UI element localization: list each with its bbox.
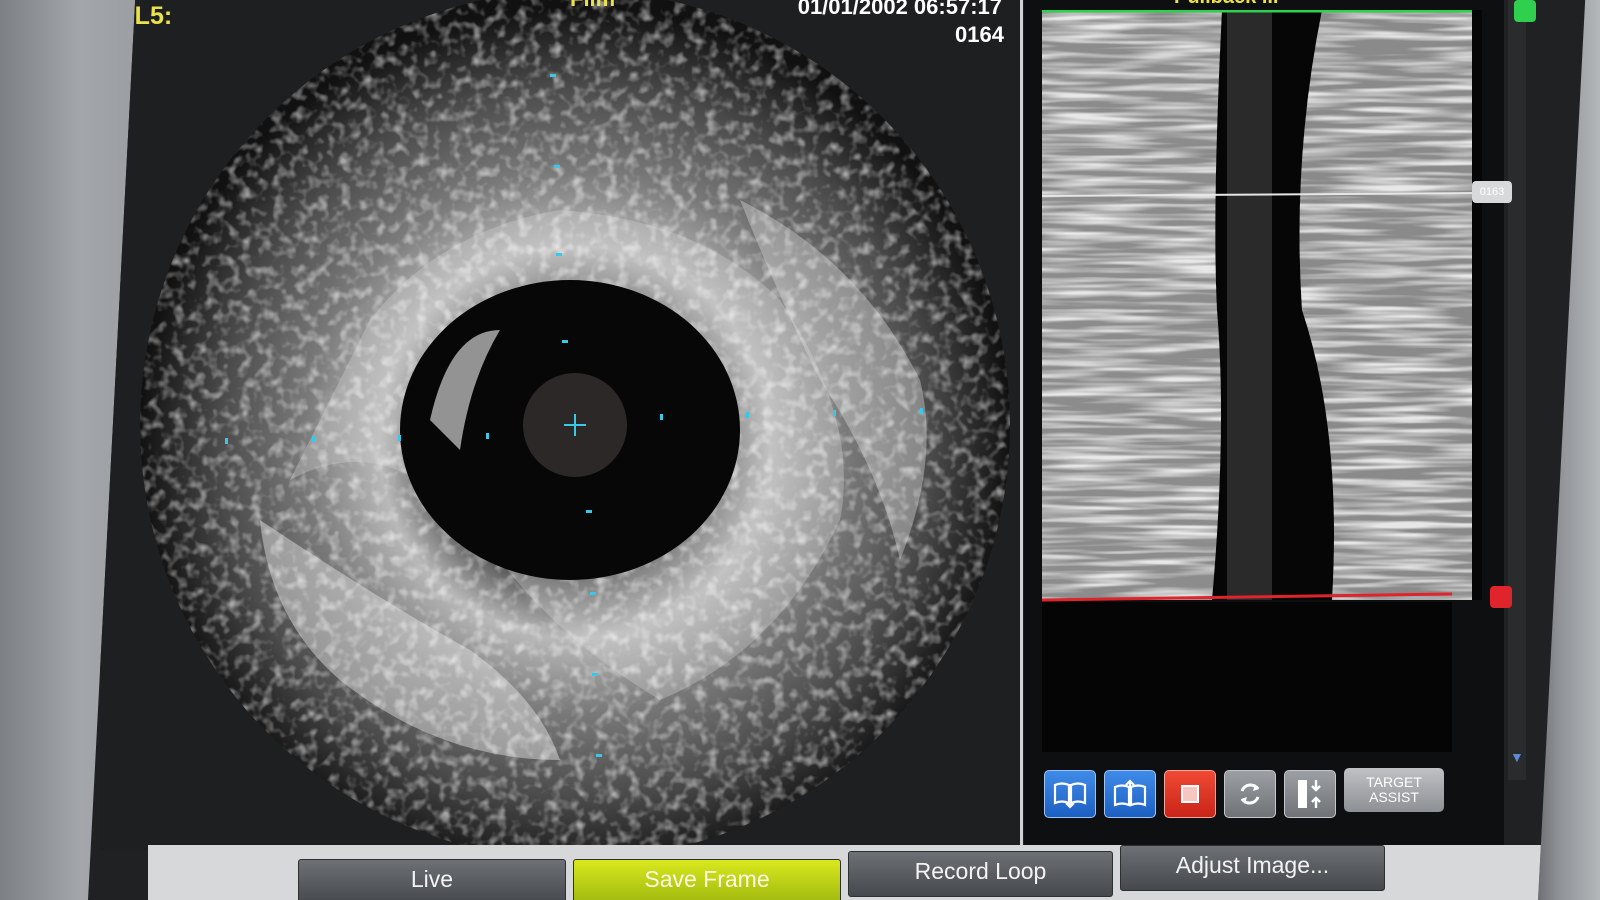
scrollbar[interactable] bbox=[1508, 0, 1526, 780]
end-marker[interactable] bbox=[1490, 586, 1512, 608]
compress-icon bbox=[1298, 780, 1321, 808]
save-frame-button[interactable]: Save Frame bbox=[573, 859, 841, 900]
live-button[interactable]: Live bbox=[298, 859, 566, 900]
compress-button[interactable] bbox=[1284, 770, 1336, 818]
refresh-button[interactable] bbox=[1224, 770, 1276, 818]
frame-number: 0164 bbox=[955, 22, 1004, 47]
refresh-icon bbox=[1240, 783, 1260, 805]
longitudinal-panel: Pullback ... bbox=[1024, 0, 1536, 845]
target-assist-button[interactable]: TARGET ASSIST bbox=[1344, 768, 1444, 812]
stop-icon bbox=[1180, 785, 1199, 803]
timestamp: 01/01/2002 06:57:17 bbox=[797, 0, 1002, 19]
longitudinal-toolbar: TARGET ASSIST bbox=[1044, 764, 1504, 820]
longitudinal-image[interactable] bbox=[1042, 10, 1482, 770]
target-assist-label-2: ASSIST bbox=[1369, 789, 1419, 805]
screen: VL5: Film 01/01/2002 06:57:17 0164 Pullb… bbox=[88, 0, 1586, 900]
mode-label: Film bbox=[570, 0, 615, 12]
panel-divider bbox=[1020, 0, 1023, 845]
longitudinal-title: Pullback ... bbox=[1174, 0, 1278, 9]
start-marker[interactable] bbox=[1514, 0, 1536, 22]
bookmark-down-button[interactable] bbox=[1044, 770, 1096, 818]
current-frame-marker[interactable]: 0163 bbox=[1472, 181, 1512, 203]
stop-button[interactable] bbox=[1164, 770, 1216, 818]
adjust-image-button[interactable]: Adjust Image... bbox=[1120, 845, 1385, 891]
target-assist-label-1: TARGET bbox=[1366, 774, 1422, 790]
bookmark-up-icon bbox=[1113, 779, 1147, 807]
scroll-down-icon[interactable]: ▼ bbox=[1510, 749, 1524, 765]
record-loop-button[interactable]: Record Loop bbox=[848, 851, 1113, 897]
bookmark-down-icon bbox=[1053, 782, 1087, 809]
ivus-crosssection-image bbox=[140, 0, 1010, 850]
bottom-button-bar: Live Save Frame Record Loop Adjust Image… bbox=[148, 845, 1548, 900]
bookmark-up-button[interactable] bbox=[1104, 770, 1156, 818]
ivus-crosssection-panel: VL5: Film 01/01/2002 06:57:17 0164 bbox=[100, 0, 1020, 850]
